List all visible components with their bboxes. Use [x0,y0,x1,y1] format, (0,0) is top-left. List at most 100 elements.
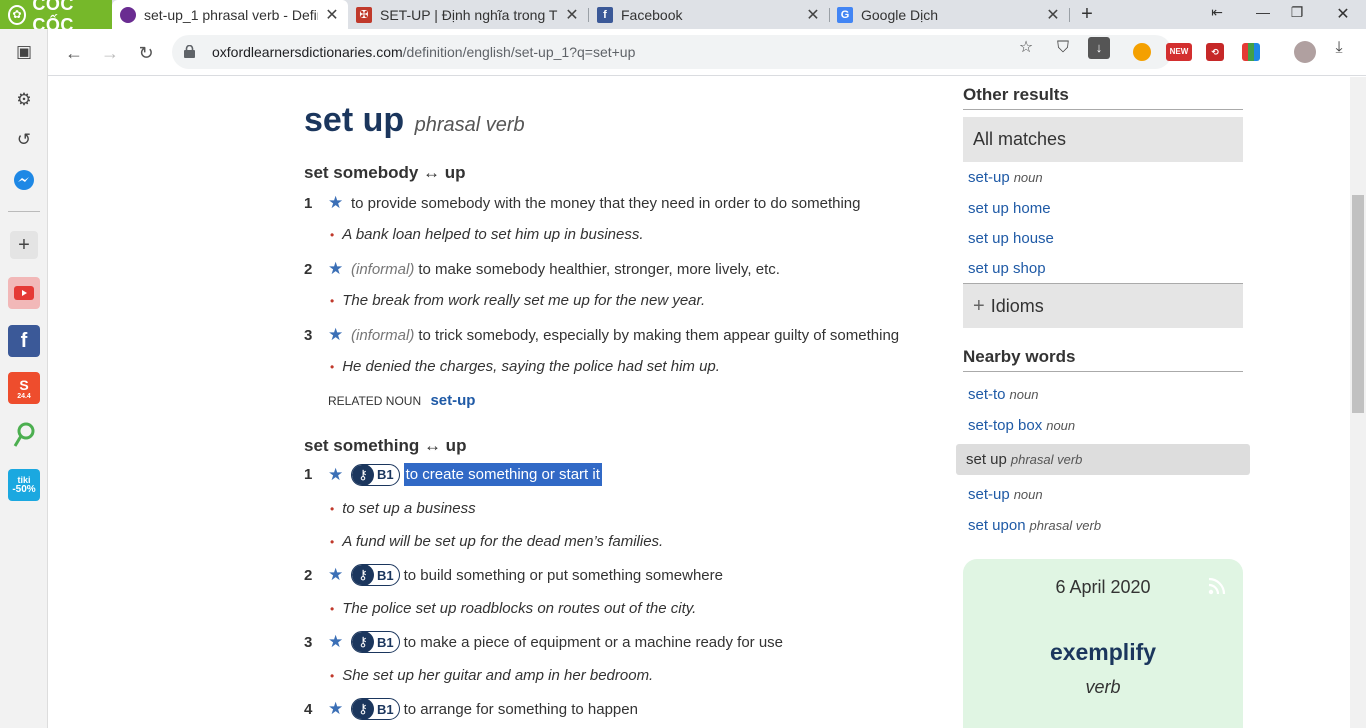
oxford-favicon-icon [120,6,136,23]
nearby-text: set upon [968,517,1026,534]
idioms-header[interactable]: + Idioms [963,283,1243,328]
match-text: set up house [968,230,1054,247]
tab-divider [1069,8,1070,22]
tab-oxford[interactable]: set-up_1 phrasal verb - Defini ✕ [112,0,348,29]
phrasal-verb-heading: set something ↔ up [304,436,467,455]
shopee-icon[interactable]: S 24.4 [8,372,40,404]
key-icon: ⚷ [352,632,374,652]
match-link[interactable]: set up shop [968,260,1046,277]
coccoc-logo-icon: ✿ [8,4,27,25]
rss-icon[interactable] [1207,577,1227,597]
related-label: RELATED NOUN [328,394,422,408]
sense-number: 2 [304,260,313,278]
phrasal-verb-heading: set somebody ↔ up [304,163,466,182]
back-button[interactable]: ← [62,41,86,65]
example-row: • He denied the charges, saying the polic… [330,358,720,375]
sense-number: 3 [304,326,313,344]
tiki-discount: -50% [12,484,36,495]
wotd-date: 6 April 2020 [1055,577,1151,597]
cefr-badge[interactable]: ⚷ B1 [351,698,400,720]
match-link[interactable]: set up home [968,200,1051,217]
tab-google-translate[interactable]: G Google Dịch ✕ [829,0,1069,29]
new-extension-icon[interactable]: NEW [1166,43,1192,61]
sense-definition: to trick somebody, especially by making … [418,326,900,344]
close-tab-icon[interactable]: ✕ [805,5,821,25]
settings-icon[interactable]: ⚙ [10,86,38,114]
close-tab-icon[interactable]: ✕ [1045,5,1061,25]
nearby-link[interactable]: set upon phrasal verb [968,517,1101,534]
cefr-badge[interactable]: ⚷ B1 [351,564,400,586]
coccoc-extension-icon[interactable] [1133,43,1151,61]
shield-icon[interactable]: ⛉ [1052,37,1074,59]
nearby-link[interactable]: set-top box noun [968,417,1075,434]
url-path: /definition/english/set-up_1?q=set+up [402,44,636,60]
headword-pos: phrasal verb [414,114,525,136]
word-of-the-day-card[interactable]: 6 April 2020 exemplify verb [963,559,1243,728]
youtube-icon[interactable] [8,277,40,309]
sense-definition: to arrange for something to happen [403,700,638,718]
page-scrollbar[interactable] [1350,77,1366,728]
sense-definition-selected: to create something or start it [403,463,602,486]
leaf-icon[interactable] [10,421,38,449]
tab-facebook[interactable]: f Facebook ✕ [589,0,829,29]
tab-title: Google Dịch [861,6,939,23]
profile-avatar[interactable] [1294,41,1316,63]
close-window-button[interactable]: ✕ [1332,4,1354,24]
example-row: • She set up her guitar and amp in her be… [330,667,653,684]
browser-toolbar: ← → ↻ oxfordlearnersdictionaries.com/def… [48,29,1366,76]
oxford3000-star-icon: ★ [328,259,344,278]
tiki-icon[interactable]: tiki -50% [8,469,40,501]
history-icon[interactable]: ↺ [10,126,38,154]
bullet-icon: • [330,294,335,308]
nearby-text: set-top box [968,417,1043,434]
nearby-words-heading: Nearby words [963,347,1243,372]
match-link[interactable]: set-up noun [968,169,1043,186]
facebook-icon[interactable]: f [8,325,40,357]
bullet-icon: • [330,502,335,516]
new-tab-button[interactable]: + [1076,3,1098,25]
sidebar-toggle-icon[interactable]: ▣ [10,38,38,66]
cambridge-favicon-icon: ✠ [356,6,372,23]
close-tab-icon[interactable]: ✕ [564,5,580,25]
all-matches-header[interactable]: All matches [963,117,1243,162]
forward-button[interactable]: → [98,41,122,65]
messenger-icon[interactable] [10,166,38,194]
add-sidebar-app-icon[interactable]: + [10,231,38,259]
sense-row: 1 ★ ⚷ B1 to create something or start it [304,463,602,486]
nearby-text: set-up [968,486,1010,503]
sense-definition: to build something or put something some… [403,566,723,584]
cefr-badge[interactable]: ⚷ B1 [351,463,400,486]
sense-number: 1 [304,466,313,483]
restore-button[interactable]: ❐ [1286,4,1308,24]
nearby-pos: noun [1009,387,1039,402]
example-text: to set up a business [342,500,476,517]
red-extension-icon[interactable]: ⟲ [1206,43,1224,61]
sense-definition: to make a piece of equipment or a machin… [403,633,784,651]
cefr-badge[interactable]: ⚷ B1 [351,631,400,653]
sense-number: 2 [304,566,313,584]
coccoc-brand-button[interactable]: ✿ CỐC CỐC [0,0,112,35]
nearby-link[interactable]: set-up noun [968,486,1043,503]
download-page-icon[interactable]: ↓ [1088,37,1110,59]
match-link[interactable]: set up house [968,230,1054,247]
nearby-link[interactable]: set-to noun [968,386,1038,403]
headword-line: set up phrasal verb [304,101,525,140]
oxford3000-star-icon: ★ [328,632,344,651]
minimize-button[interactable]: — [1252,4,1274,24]
nearby-current-entry[interactable]: set up phrasal verb [956,444,1250,475]
nearby-pos: noun [1046,418,1076,433]
bullet-icon: • [330,535,335,549]
reload-button[interactable]: ↻ [134,41,158,65]
color-extension-icon[interactable] [1242,43,1260,61]
wotd-word[interactable]: exemplify [963,639,1243,666]
register-label: (informal) [351,326,415,344]
example-row: • The police set up roadblocks on routes … [330,600,696,617]
cefr-level: B1 [377,634,394,650]
tab-cambridge[interactable]: ✠ SET-UP | Định nghĩa trong Từ ✕ [348,0,588,29]
downloads-icon[interactable]: ⤓ [1328,37,1350,59]
close-tab-icon[interactable]: ✕ [324,5,340,25]
tab-search-icon[interactable]: ⇤ [1206,4,1228,24]
scrollbar-thumb[interactable] [1352,195,1364,413]
bookmark-star-icon[interactable]: ☆ [1015,37,1037,59]
related-noun-link[interactable]: set-up [430,392,475,409]
